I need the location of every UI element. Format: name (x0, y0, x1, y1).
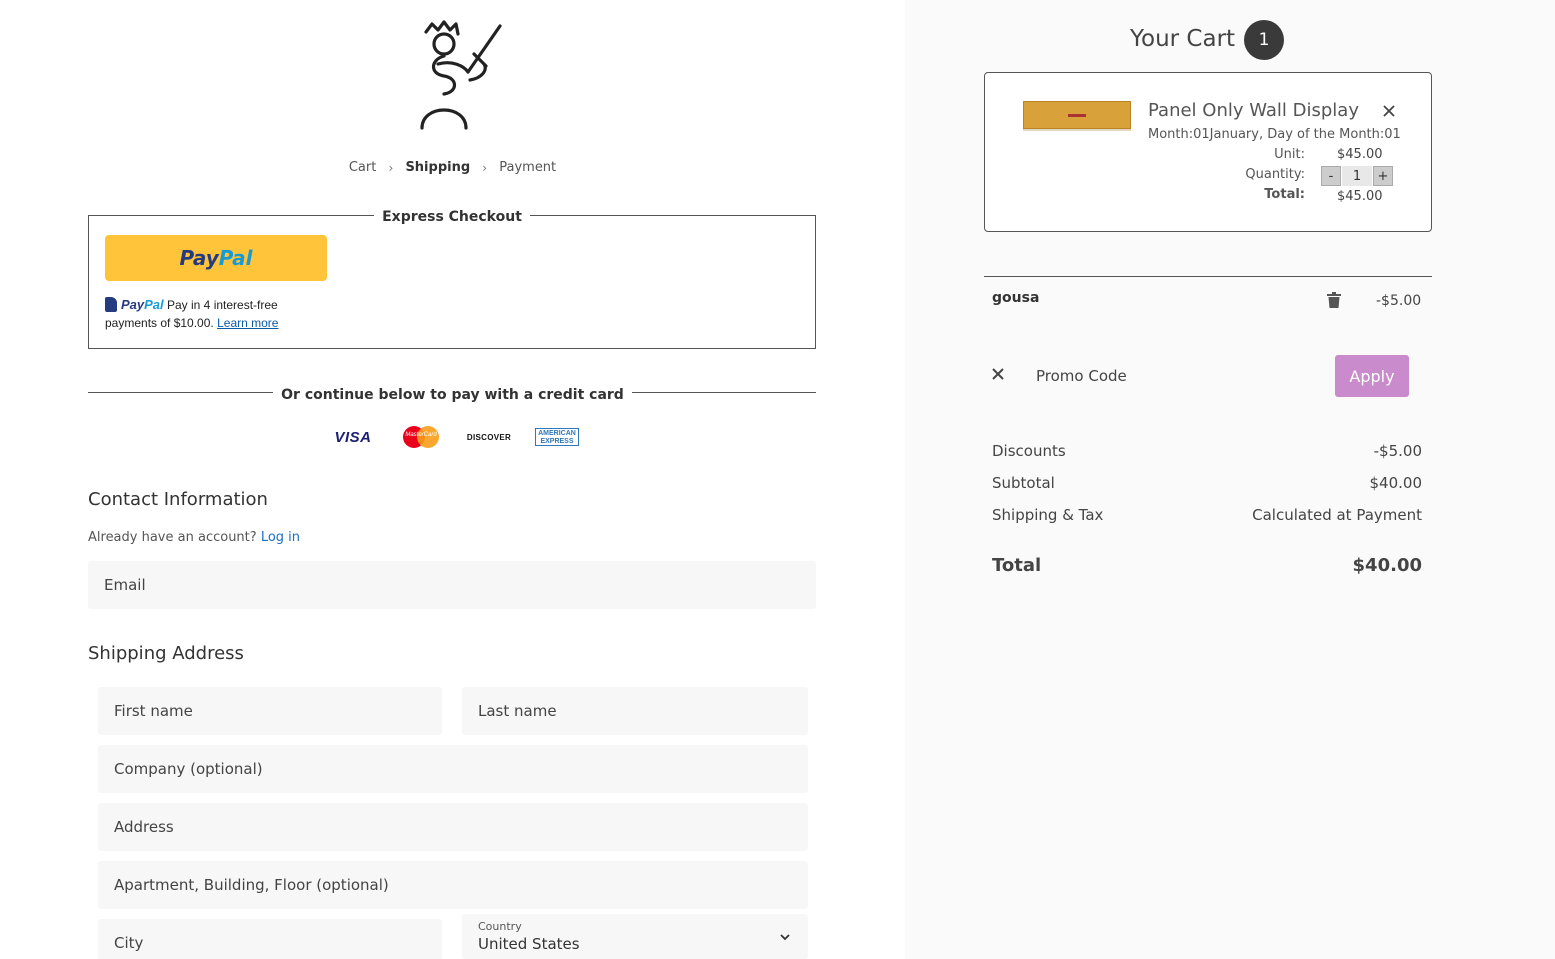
discover-icon: DISCOVER (466, 432, 512, 442)
shipping-tax-label: Shipping & Tax (992, 506, 1104, 524)
paypal-label-pal: Pal (218, 246, 253, 270)
express-checkout-title: Express Checkout (374, 209, 530, 225)
cart-title: Your Cart (1130, 26, 1236, 52)
divider-line (984, 276, 1432, 277)
paypal-paylater-message: PayPal Pay in 4 interest-free payments o… (105, 297, 279, 330)
paypal-button[interactable]: Pay Pal (105, 235, 327, 281)
company-field[interactable]: Company (optional) (98, 745, 808, 793)
chevron-down-icon (780, 934, 790, 941)
remove-item-icon[interactable] (1381, 103, 1397, 119)
total-value: $40.00 (1352, 555, 1422, 576)
shipping-address-title: Shipping Address (88, 643, 244, 664)
applied-code-amount: -$5.00 (1376, 293, 1422, 309)
visa-icon: VISA (334, 428, 372, 446)
discounts-label: Discounts (992, 442, 1066, 460)
breadcrumb-shipping: Shipping (405, 160, 471, 175)
country-value: United States (478, 934, 580, 953)
address-field[interactable]: Address (98, 803, 808, 851)
brand-logo (420, 20, 502, 130)
item-total-value: $45.00 (1337, 189, 1383, 204)
city-field[interactable]: City (98, 919, 442, 959)
quantity-increment-button[interactable]: + (1373, 166, 1393, 186)
contact-information-title: Contact Information (88, 489, 268, 510)
unit-value: $45.00 (1337, 147, 1383, 162)
accepted-cards: VISA MasterCard DISCOVER AMERICAN EXPRES… (330, 426, 580, 448)
breadcrumb-cart[interactable]: Cart (349, 160, 377, 175)
cart-item: Panel Only Wall Display Month:01January,… (984, 72, 1432, 232)
paypal-icon (105, 297, 117, 312)
item-total-label: Total: (1264, 187, 1305, 202)
breadcrumb-payment: Payment (499, 160, 557, 175)
close-icon[interactable] (991, 367, 1005, 381)
cart-panel: Your Cart 1 Panel Only Wall Display Mont… (905, 0, 1555, 959)
country-label: Country (478, 919, 522, 933)
quantity-decrement-button[interactable]: - (1321, 166, 1341, 186)
learn-more-link[interactable]: Learn more (217, 316, 278, 330)
first-name-field[interactable]: First name (98, 687, 442, 735)
last-name-field[interactable]: Last name (462, 687, 808, 735)
account-prompt: Already have an account? Log in (88, 530, 301, 545)
cart-count-badge: 1 (1244, 20, 1284, 60)
apartment-field[interactable]: Apartment, Building, Floor (optional) (98, 861, 808, 909)
discounts-value: -$5.00 (1373, 442, 1422, 460)
quantity-label: Quantity: (1245, 167, 1305, 182)
subtotal-label: Subtotal (992, 474, 1055, 492)
apply-button[interactable]: Apply (1335, 355, 1409, 397)
shipping-tax-value: Calculated at Payment (1252, 506, 1422, 524)
chevron-right-icon: › (482, 160, 488, 175)
promo-code-input[interactable]: Promo Code (1024, 355, 1229, 397)
mastercard-icon: MasterCard (403, 426, 439, 448)
login-link[interactable]: Log in (261, 530, 300, 545)
paypal-label-pay: Pay (179, 246, 219, 270)
applied-code-name: gousa (992, 290, 1040, 306)
checkout-form-panel: Cart › Shipping › Payment Express Checko… (0, 0, 905, 959)
breadcrumb: Cart › Shipping › Payment (0, 160, 905, 175)
total-label: Total (992, 555, 1042, 576)
unit-label: Unit: (1274, 147, 1305, 162)
chevron-right-icon: › (388, 160, 394, 175)
express-checkout-box: Express Checkout Pay Pal PayPal Pay in 4 … (88, 209, 816, 349)
trash-icon[interactable] (1327, 292, 1341, 308)
item-options: Month:01January, Day of the Month:01 (1148, 127, 1401, 142)
country-select[interactable]: Country United States (462, 914, 808, 959)
credit-card-divider-text: Or continue below to pay with a credit c… (273, 387, 632, 403)
amex-icon: AMERICAN EXPRESS (535, 428, 579, 446)
product-thumbnail (1023, 101, 1131, 129)
email-field[interactable]: Email (88, 561, 816, 609)
item-name: Panel Only Wall Display (1148, 100, 1359, 121)
quantity-value[interactable]: 1 (1342, 166, 1372, 186)
subtotal-value: $40.00 (1369, 474, 1423, 492)
